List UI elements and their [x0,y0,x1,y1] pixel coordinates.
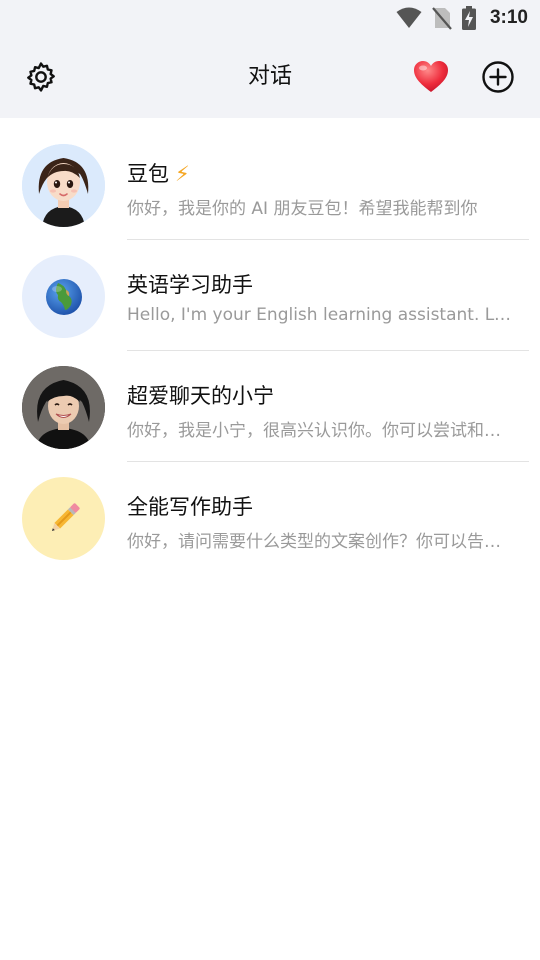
add-circle-icon [482,61,514,93]
conversation-name: 豆包 [127,162,169,186]
lightning-icon: ⚡ [175,162,190,186]
conversation-preview: 你好，我是小宁，很高兴认识你。你可以尝试和我聊天 [127,421,517,441]
new-chat-button[interactable] [478,57,518,97]
globe-icon [45,278,82,315]
conversation-preview: Hello, I'm your English learning assista… [127,305,517,325]
favorites-button[interactable] [411,57,451,97]
status-bar: 3:10 [0,0,540,36]
cartoon-girl-avatar [22,144,105,227]
portrait-avatar [22,366,105,449]
conversation-preview: 你好，请问需要什么类型的文案创作？你可以告诉我 [127,532,517,552]
conversation-title: 英语学习助手 [127,273,253,297]
page-title: 对话 [247,64,292,89]
battery-charging-icon [461,6,476,30]
wifi-icon [396,7,422,28]
avatar [22,366,105,449]
conversation-item-xiaoning[interactable]: 超爱聊天的小宁 你好，我是小宁，很高兴认识你。你可以尝试和我聊天 [0,340,540,462]
avatar [22,255,105,338]
conversation-title: 超爱聊天的小宁 [127,384,274,408]
conversation-title: 全能写作助手 [127,495,253,519]
pencil-icon [51,502,80,531]
conversation-preview: 你好，我是你的 AI 朋友豆包！希望我能帮到你 [127,199,478,219]
no-sim-icon [432,7,452,30]
heart-icon [414,61,448,92]
app-header: 对话 [0,36,540,118]
status-time: 3:10 [489,7,528,28]
conversation-item-writing-assistant[interactable]: 全能写作助手 你好，请问需要什么类型的文案创作？你可以告诉我 [0,451,540,562]
conversation-list: 豆包 ⚡ 你好，我是你的 AI 朋友豆包！希望我能帮到你 英语学习助手 Hello… [0,118,540,562]
conversation-item-english-assistant[interactable]: 英语学习助手 Hello, I'm your English learning … [0,229,540,351]
avatar [22,144,105,227]
conversation-item-doubao[interactable]: 豆包 ⚡ 你好，我是你的 AI 朋友豆包！希望我能帮到你 [0,118,540,240]
conversation-title: 豆包 ⚡ [127,158,190,188]
avatar [22,477,105,560]
